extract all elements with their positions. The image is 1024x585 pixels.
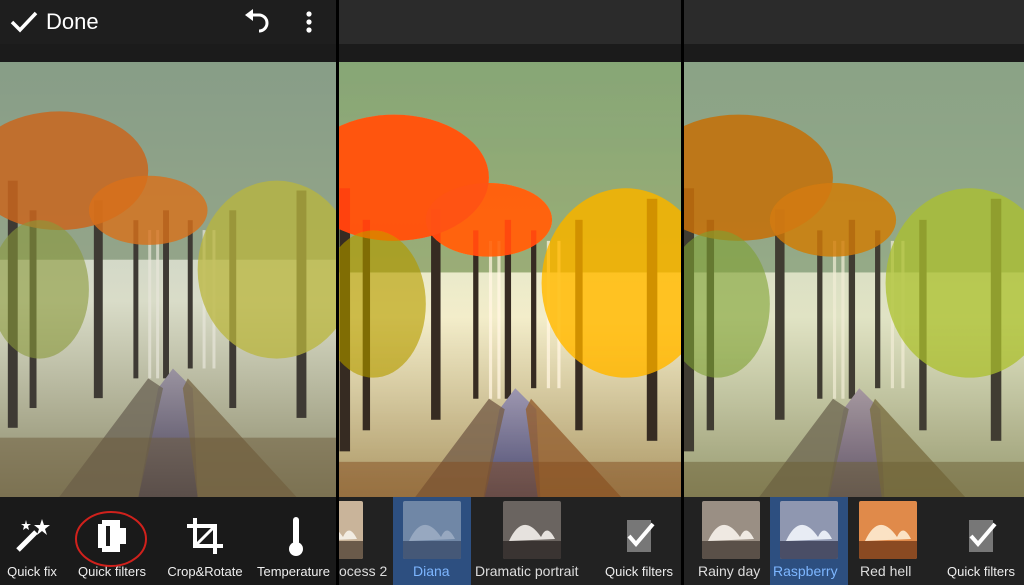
top-action-bar: Done [0,0,336,44]
forest-photo [0,62,336,497]
opera-house-thumb [503,501,561,559]
top-bar [339,0,681,44]
photo-preview [0,62,336,497]
opera-house-thumb [859,501,917,559]
undo-button[interactable] [240,6,272,38]
filter-label: Dramatic portrait [475,563,579,579]
forest-photo-filtered [684,62,1024,525]
magic-wand-icon [16,519,50,552]
filter-thumb[interactable] [702,501,760,559]
tools-bar: Quick fix Quick filters Crop&Rotate Temp… [0,497,336,585]
editor-panel: Done Quick fix Quick filters Crop&Rotate [0,0,336,585]
tool-label: Temperature [257,564,330,579]
crop-icon [187,518,223,554]
overflow-menu-button[interactable] [293,6,325,38]
opera-house-thumb [339,501,363,559]
quick-filters-apply[interactable]: Quick filters [938,514,1024,579]
quick-filters-label: Quick filters [947,564,1015,579]
filter-label: Red hell [860,563,912,579]
filter-thumb[interactable] [503,501,561,559]
opera-house-thumb [780,501,838,559]
more-vert-icon [306,11,312,33]
filter-thumb [403,501,461,559]
done-label: Done [46,9,99,34]
filter-label: ocess 2 [339,563,388,579]
tool-temperature[interactable]: Temperature [255,514,336,579]
tool-quick-fix[interactable]: Quick fix [0,514,72,579]
quick-filters-label: Quick filters [605,564,673,579]
filter-label: Raspberry [773,563,838,579]
film-check-icon [627,520,655,552]
filter-panel-raspberry: Rainy day Raspberry Red hell Quick filte… [684,0,1024,585]
filters-bar: Rainy day Raspberry Red hell Quick filte… [684,497,1024,585]
filter-item-selected[interactable]: Raspberry [770,497,848,585]
photo-preview [684,62,1024,525]
thermometer-icon [289,517,303,556]
photo-preview [339,62,681,525]
undo-icon [245,9,269,33]
tool-label: Quick fix [7,564,57,579]
tool-crop-rotate[interactable]: Crop&Rotate [165,514,245,579]
forest-photo-filtered [339,62,681,525]
quick-filters-apply[interactable]: Quick filters [594,514,681,579]
filters-bar: ocess 2 Diana Dramatic portrait Quick fi… [339,497,681,585]
opera-house-thumb [403,501,461,559]
tool-label: Crop&Rotate [167,564,243,579]
filter-label: Diana [413,563,450,579]
done-button[interactable]: Done [10,6,99,38]
film-check-icon [969,520,997,552]
filter-thumb [780,501,838,559]
filter-item-selected[interactable]: Diana [393,497,471,585]
filter-panel-diana: ocess 2 Diana Dramatic portrait Quick fi… [339,0,681,585]
highlight-circle [75,511,147,567]
filter-thumb[interactable] [339,501,363,559]
opera-house-thumb [702,501,760,559]
top-bar [684,0,1024,44]
filter-label: Rainy day [698,563,761,579]
filter-thumb[interactable] [859,501,917,559]
checkmark-icon [10,11,38,33]
tool-quick-filters[interactable]: Quick filters [72,511,152,579]
